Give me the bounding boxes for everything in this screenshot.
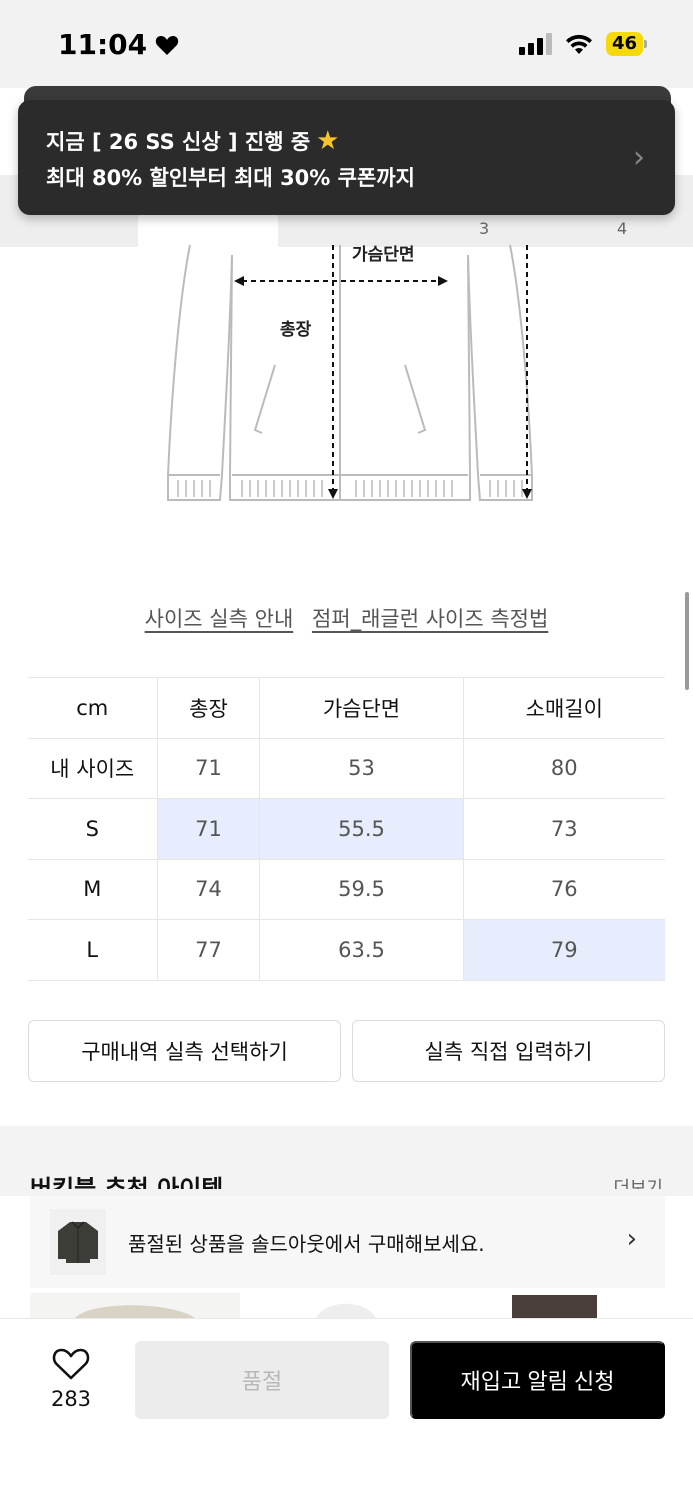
- table-cell: 71: [156, 737, 261, 799]
- heart-status-icon: [155, 35, 179, 55]
- table-cell: 73: [462, 798, 665, 860]
- header-total-length: 총장: [156, 677, 261, 739]
- header-unit: cm: [28, 677, 158, 739]
- table-cell-highlighted: 79: [462, 919, 665, 981]
- table-cell: 63.5: [259, 919, 464, 981]
- table-cell: 80: [462, 737, 665, 799]
- total-length-label: 총장: [280, 320, 312, 340]
- tab-number-4: 4: [617, 219, 628, 238]
- chevron-right-icon[interactable]: ›: [633, 140, 645, 175]
- scrollbar[interactable]: [685, 592, 689, 690]
- promo-toast[interactable]: 지금 [ 26 SS 신상 ] 진행 중 ★ 최대 80% 할인부터 최대 30…: [18, 100, 675, 215]
- battery-icon: 46: [605, 32, 647, 56]
- battery-level: 46: [605, 32, 643, 56]
- soldout-button: 품절: [135, 1341, 389, 1419]
- clock-text: 11:04: [58, 28, 148, 61]
- row-label: M: [28, 858, 158, 920]
- product-thumbnail: [50, 1209, 106, 1275]
- chevron-right-icon[interactable]: ›: [627, 1224, 637, 1254]
- soldout-banner[interactable]: 품절된 상품을 솔드아웃에서 구매해보세요. ›: [30, 1196, 665, 1288]
- star-icon: ★: [316, 126, 340, 156]
- table-cell: 59.5: [259, 858, 464, 920]
- purchase-history-measure-button[interactable]: 구매내역 실측 선택하기: [28, 1020, 341, 1082]
- toast-line2: 최대 80% 할인부터 최대 30% 쿠폰까지: [46, 166, 415, 190]
- status-time: 11:04: [58, 28, 179, 61]
- soldout-banner-text: 품절된 상품을 솔드아웃에서 구매해보세요.: [128, 1231, 485, 1256]
- size-measurement-diagram: 가슴단면 총장: [150, 215, 550, 515]
- row-label: L: [28, 919, 158, 981]
- size-guide-link[interactable]: 사이즈 실측 안내: [145, 607, 294, 631]
- jacket-thumbnail-image: [58, 1221, 98, 1263]
- wifi-icon: [565, 34, 592, 54]
- table-cell: 77: [156, 919, 261, 981]
- like-button[interactable]: 283: [40, 1347, 102, 1411]
- row-label: S: [28, 798, 158, 860]
- table-row-s[interactable]: S 71 55.5 73: [28, 798, 665, 860]
- header-chest-width: 가슴단면: [259, 677, 464, 739]
- cellular-signal-icon: [518, 33, 552, 55]
- heart-outline-icon: [52, 1348, 90, 1380]
- chest-width-label: 가슴단면: [352, 245, 415, 265]
- table-header-row: cm 총장 가슴단면 소매길이: [28, 677, 665, 739]
- jacket-outline: [167, 244, 533, 501]
- restock-alert-button[interactable]: 재입고 알림 신청: [410, 1341, 665, 1419]
- more-link[interactable]: 더보기: [613, 1175, 663, 1189]
- measure-method-link[interactable]: 점퍼_래글런 사이즈 측정법: [312, 607, 548, 631]
- table-cell-highlighted: 71: [156, 798, 261, 860]
- table-cell: 74: [156, 858, 261, 920]
- header-sleeve-length: 소매길이: [462, 677, 665, 739]
- size-table: cm 총장 가슴단면 소매길이 내 사이즈 71 53 80 S 71 55.5…: [28, 677, 665, 981]
- row-label: 내 사이즈: [28, 737, 158, 799]
- toast-line1: 지금 [ 26 SS 신상 ] 진행 중: [46, 130, 311, 154]
- table-cell-highlighted: 55.5: [259, 798, 464, 860]
- bottom-action-bar: 283 품절 재입고 알림 신청: [0, 1318, 693, 1500]
- status-bar: 11:04 46: [0, 0, 693, 88]
- like-count: 283: [50, 1387, 92, 1411]
- size-guide-links: 사이즈 실측 안내 점퍼_래글런 사이즈 측정법: [0, 603, 693, 633]
- recommended-section-title: 버킷블 추천 아이템: [30, 1175, 224, 1189]
- table-row-my-size: 내 사이즈 71 53 80: [28, 737, 665, 799]
- manual-measure-input-button[interactable]: 실측 직접 입력하기: [352, 1020, 665, 1082]
- table-cell: 76: [462, 858, 665, 920]
- table-cell: 53: [259, 737, 464, 799]
- table-row-l[interactable]: L 77 63.5 79: [28, 919, 665, 981]
- table-row-m[interactable]: M 74 59.5 76: [28, 858, 665, 920]
